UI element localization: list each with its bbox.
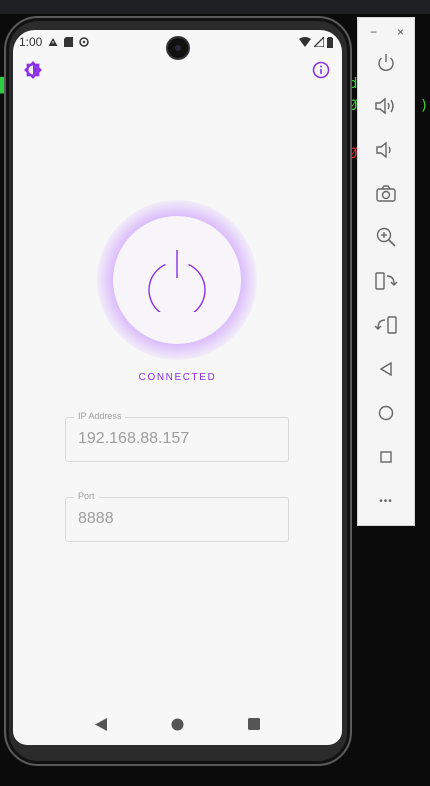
- status-left: 1:00: [19, 35, 90, 49]
- back-icon[interactable]: [373, 356, 399, 382]
- rotate-left-icon[interactable]: [373, 268, 399, 294]
- home-circle-icon[interactable]: [169, 716, 185, 732]
- close-button[interactable]: ×: [397, 25, 404, 39]
- host-titlebar: [0, 0, 430, 14]
- ip-address-field[interactable]: IP Address 192.168.88.157: [65, 411, 289, 462]
- status-time: 1:00: [19, 35, 43, 49]
- alert-icon: [48, 38, 58, 46]
- power-icon[interactable]: [373, 50, 399, 76]
- signal-icon: [314, 37, 324, 47]
- volume-up-icon[interactable]: [373, 93, 399, 119]
- ip-address-value: 192.168.88.157: [78, 430, 190, 447]
- toolbar-header: − ×: [358, 18, 414, 44]
- emulator-toolbar: − × •••: [357, 17, 415, 526]
- connection-status-label: CONNECTED: [138, 372, 217, 383]
- zoom-icon[interactable]: [373, 224, 399, 250]
- terminal-fragment: ): [420, 98, 429, 114]
- port-field[interactable]: Port 8888: [65, 491, 289, 542]
- sync-icon: [79, 37, 90, 47]
- recents-square-icon[interactable]: [246, 716, 262, 732]
- battery-icon: [327, 36, 333, 48]
- back-triangle-icon[interactable]: [93, 716, 109, 732]
- minimize-button[interactable]: −: [370, 25, 377, 39]
- wifi-icon: [299, 37, 311, 47]
- rotate-right-icon[interactable]: [373, 312, 399, 338]
- power-button[interactable]: [113, 216, 241, 344]
- overview-icon[interactable]: [373, 444, 399, 470]
- more-icon[interactable]: •••: [373, 488, 399, 514]
- brightness-icon[interactable]: [23, 60, 43, 80]
- home-icon[interactable]: [373, 400, 399, 426]
- camera-icon[interactable]: [373, 181, 399, 207]
- ip-address-label: IP Address: [74, 411, 126, 421]
- front-camera: [168, 38, 188, 58]
- phone-screen: 1:00 CONNECTED IP Address 192.168.88.157…: [13, 30, 342, 745]
- sd-card-icon: [64, 37, 74, 47]
- volume-down-icon[interactable]: [373, 137, 399, 163]
- navigation-bar: [13, 703, 342, 745]
- port-label: Port: [74, 491, 99, 501]
- power-icon: [148, 250, 206, 312]
- status-right: [299, 36, 333, 48]
- port-value: 8888: [78, 510, 114, 527]
- info-icon[interactable]: [311, 60, 331, 80]
